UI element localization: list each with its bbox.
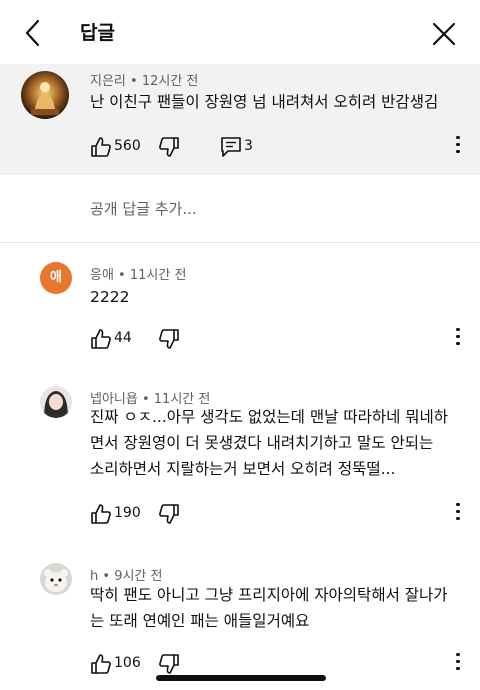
page-title: 답글 (80, 22, 115, 44)
more-icon[interactable] (455, 136, 461, 156)
like-count: 106 (114, 655, 141, 671)
comment-time: 12시간 전 (141, 74, 199, 89)
more-icon[interactable] (455, 328, 461, 348)
comment-actions: 560 (90, 136, 270, 160)
more-icon[interactable] (455, 503, 461, 523)
reply-time: 11시간 전 (129, 268, 187, 283)
reply-line: 진짜 ㅇㅈ...아무 생각도 없었는데 맨날 따라하네 뭐네하 (90, 408, 449, 426)
divider (0, 242, 480, 243)
more-icon[interactable] (455, 653, 461, 673)
like-icon[interactable] (90, 503, 112, 525)
close-icon[interactable] (430, 20, 458, 48)
avatar-letter: 애 (50, 270, 62, 285)
add-reply-input[interactable]: 공개 답글 추가... (90, 198, 197, 219)
avatar[interactable]: 애 (40, 262, 72, 294)
home-indicator[interactable] (156, 675, 326, 681)
like-icon[interactable] (90, 328, 112, 350)
dislike-icon[interactable] (158, 328, 180, 350)
reply-actions: 106 (90, 653, 210, 677)
avatar[interactable] (21, 71, 69, 119)
comment-author[interactable]: 지은리 (90, 74, 126, 89)
reply-icon[interactable] (220, 136, 242, 158)
reply-line: 면서 장원영이 더 못생겼다 내려치기하고 말도 안되는 (90, 434, 434, 452)
reply-actions: 190 (90, 503, 210, 527)
like-icon[interactable] (90, 136, 112, 158)
reply-text: 딱히 팬도 아니고 그냥 프리지아에 자아의탁해서 잘나가 는 또래 연예인 패… (90, 582, 448, 634)
avatar[interactable] (40, 563, 72, 595)
reply-line: 소리하면서 지랄하는거 보면서 오히려 정뚝떨... (90, 460, 396, 478)
dislike-icon[interactable] (158, 503, 180, 525)
back-arrow-icon[interactable] (22, 18, 46, 48)
like-count: 190 (114, 505, 141, 521)
reply-text: 2222 (90, 284, 129, 310)
reply-meta: 응애 • 11시간 전 (90, 268, 187, 283)
reply-count: 3 (244, 138, 253, 154)
dislike-icon[interactable] (158, 653, 180, 675)
like-count: 560 (114, 138, 141, 154)
like-icon[interactable] (90, 653, 112, 675)
reply-line: 는 또래 연예인 패는 애들일거예요 (90, 612, 310, 630)
header: 답글 (0, 0, 480, 64)
main-comment: 지은리 • 12시간 전 난 이친구 팬들이 장원영 넘 내려쳐서 오히려 반감… (0, 64, 480, 175)
reply-actions: 44 (90, 328, 210, 352)
dislike-icon[interactable] (158, 136, 180, 158)
reply-line: 딱히 팬도 아니고 그냥 프리지아에 자아의탁해서 잘나가 (90, 586, 448, 604)
like-count: 44 (114, 330, 132, 346)
comment-text: 난 이친구 팬들이 장원영 넘 내려쳐서 오히려 반감생김 (90, 93, 439, 111)
comment-meta: 지은리 • 12시간 전 (90, 74, 199, 89)
reply-line: 2222 (90, 288, 130, 306)
avatar[interactable] (40, 386, 72, 418)
reply-text: 진짜 ㅇㅈ...아무 생각도 없었는데 맨날 따라하네 뭐네하 면서 장원영이 … (90, 404, 448, 482)
reply-author[interactable]: 응애 (90, 268, 114, 283)
